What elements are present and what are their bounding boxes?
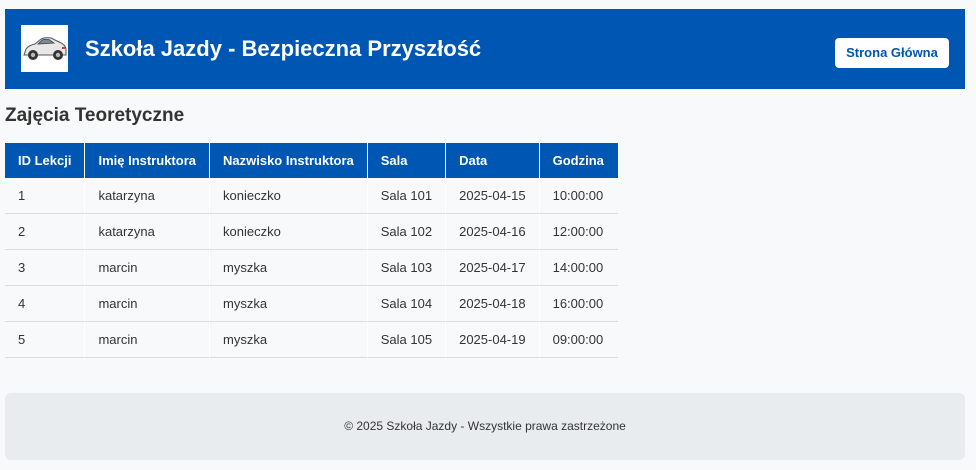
car-icon [21,25,68,72]
table-header-row: ID Lekcji Imię Instruktora Nazwisko Inst… [5,143,618,178]
column-header-id: ID Lekcji [5,143,86,178]
cell-first-name: marcin [85,286,210,322]
cell-id: 2 [5,214,86,250]
cell-date: 2025-04-17 [446,250,540,286]
table-row: 5 marcin myszka Sala 105 2025-04-19 09:0… [5,322,618,358]
column-header-first-name: Imię Instruktora [85,143,210,178]
cell-time: 10:00:00 [539,178,618,214]
site-header: Szkoła Jazdy - Bezpieczna Przyszłość Str… [5,9,965,89]
cell-time: 09:00:00 [539,322,618,358]
cell-last-name: myszka [210,250,368,286]
cell-time: 12:00:00 [539,214,618,250]
cell-last-name: myszka [210,286,368,322]
cell-id: 1 [5,178,86,214]
cell-date: 2025-04-18 [446,286,540,322]
cell-time: 14:00:00 [539,250,618,286]
site-title: Szkoła Jazdy - Bezpieczna Przyszłość [85,36,482,61]
cell-last-name: konieczko [210,178,368,214]
cell-last-name: myszka [210,322,368,358]
table-row: 1 katarzyna konieczko Sala 101 2025-04-1… [5,178,618,214]
cell-first-name: marcin [85,322,210,358]
cell-room: Sala 105 [367,322,447,358]
cell-id: 3 [5,250,86,286]
column-header-time: Godzina [539,143,618,178]
cell-room: Sala 102 [367,214,447,250]
column-header-room: Sala [367,143,447,178]
cell-room: Sala 101 [367,178,447,214]
home-button[interactable]: Strona Główna [835,38,949,68]
column-header-date: Data [446,143,540,178]
cell-date: 2025-04-16 [446,214,540,250]
cell-first-name: katarzyna [85,178,210,214]
cell-first-name: marcin [85,250,210,286]
table-row: 2 katarzyna konieczko Sala 102 2025-04-1… [5,214,618,250]
cell-date: 2025-04-15 [446,178,540,214]
lessons-table: ID Lekcji Imię Instruktora Nazwisko Inst… [5,143,618,358]
cell-room: Sala 103 [367,250,447,286]
cell-date: 2025-04-19 [446,322,540,358]
table-row: 3 marcin myszka Sala 103 2025-04-17 14:0… [5,250,618,286]
cell-room: Sala 104 [367,286,447,322]
site-footer: © 2025 Szkoła Jazdy - Wszystkie prawa za… [5,393,965,460]
cell-time: 16:00:00 [539,286,618,322]
cell-first-name: katarzyna [85,214,210,250]
cell-id: 5 [5,322,86,358]
cell-id: 4 [5,286,86,322]
section-title: Zajęcia Teoretyczne [5,105,185,126]
table-row: 4 marcin myszka Sala 104 2025-04-18 16:0… [5,286,618,322]
column-header-last-name: Nazwisko Instruktora [210,143,368,178]
cell-last-name: konieczko [210,214,368,250]
